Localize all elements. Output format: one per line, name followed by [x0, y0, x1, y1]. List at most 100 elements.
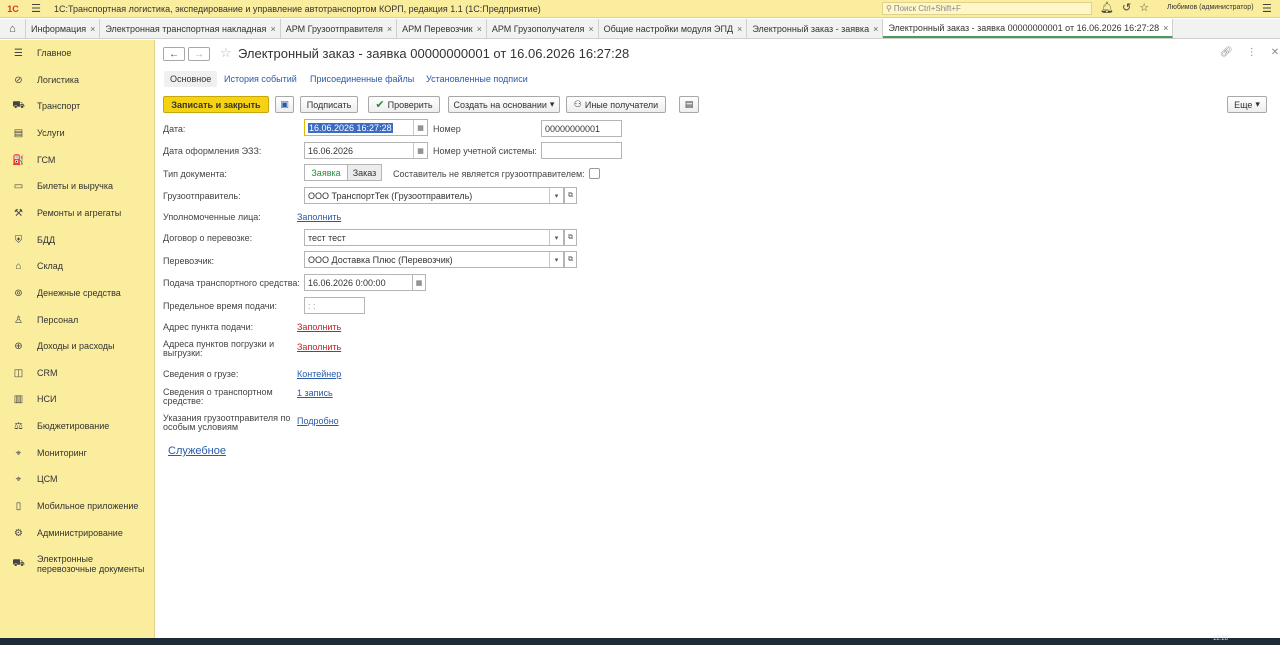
tab-signatures[interactable]: Установленные подписи [420, 71, 534, 87]
back-button[interactable]: ← [163, 47, 185, 61]
account-number-field[interactable] [541, 142, 622, 159]
tab-arm-carrier[interactable]: АРМ Перевозчик × [397, 19, 487, 38]
carrier-field[interactable]: ООО Доставка Плюс (Перевозчик) ▾ [304, 251, 564, 268]
close-icon[interactable]: × [270, 24, 275, 34]
open-carrier-icon[interactable]: ⧉ [564, 251, 577, 268]
sidebar-item-csm[interactable]: ⌖ ЦСМ [0, 469, 155, 489]
star-icon[interactable]: ☆ [1139, 1, 1149, 14]
more-button[interactable]: Еще ▾ [1227, 96, 1267, 113]
sign-button[interactable]: Подписать [300, 96, 358, 113]
shipper-value: ООО ТранспортТек (Грузоотправитель) [308, 190, 473, 201]
sidebar-item-tickets[interactable]: ▭ Билеты и выручка [0, 176, 155, 196]
deadline-label: Предельное время подачи: [163, 301, 277, 311]
global-search-input[interactable]: ⚲ Поиск Ctrl+Shift+F [882, 2, 1092, 15]
tab-label: АРМ Перевозчик [402, 23, 473, 34]
tab-etn[interactable]: Электронная транспортная накладная × [100, 19, 281, 38]
sidebar-item-services[interactable]: ▤ Услуги [0, 123, 155, 143]
tab-arm-shipper[interactable]: АРМ Грузоотправителя × [281, 19, 398, 38]
service-group-link[interactable]: Служебное [168, 445, 226, 457]
close-icon[interactable]: × [90, 24, 95, 34]
date-field[interactable]: 16.06.2026 16:27:28 ▦ [304, 119, 428, 136]
sidebar-item-fuel[interactable]: ⛽ ГСМ [0, 150, 155, 170]
doc-type-order-option[interactable]: Заказ [347, 164, 382, 181]
date-value: 16.06.2026 16:27:28 [308, 122, 393, 133]
settings-menu-icon[interactable]: ☰ [1262, 2, 1272, 15]
sidebar-item-mobile[interactable]: ▯ Мобильное приложение [0, 496, 155, 516]
chevron-down-icon[interactable]: ▾ [549, 188, 563, 203]
forward-button[interactable]: → [188, 47, 210, 61]
sidebar-item-epd[interactable]: ⛟ Электронные перевозочные документы [0, 552, 155, 576]
save-icon[interactable]: ▣ [275, 96, 294, 113]
not-shipper-checkbox[interactable] [589, 168, 600, 179]
sidebar-item-nsi[interactable]: ▥ НСИ [0, 389, 155, 409]
number-field[interactable]: 00000000001 [541, 120, 622, 137]
calendar-icon[interactable]: ▦ [412, 274, 426, 291]
tab-label: Электронный заказ - заявка [752, 23, 870, 34]
home-icon[interactable]: ⌂ [0, 19, 26, 38]
sidebar-item-repairs[interactable]: ⚒ Ремонты и агрегаты [0, 203, 155, 223]
app-title: 1С:Транспортная логистика, экспедировани… [54, 3, 541, 14]
cargo-container-link[interactable]: Контейнер [297, 369, 341, 379]
sidebar-item-warehouse[interactable]: ⌂ Склад [0, 256, 155, 276]
contract-field[interactable]: тест тест ▾ [304, 229, 564, 246]
sidebar-item-money[interactable]: ⊚ Денежные средства [0, 283, 155, 303]
close-icon[interactable]: × [737, 24, 742, 34]
other-recipients-button[interactable]: ⚇ Иные получатели [566, 96, 666, 113]
eez-date-value: 16.06.2026 [308, 145, 354, 156]
sidebar-item-budget[interactable]: ⚖ Бюджетирование [0, 416, 155, 436]
open-contract-icon[interactable]: ⧉ [564, 229, 577, 246]
tab-main[interactable]: Основное [164, 71, 218, 87]
deadline-field[interactable]: : : [304, 297, 365, 314]
authorized-fill-link[interactable]: Заполнить [297, 212, 341, 222]
sidebar-item-income[interactable]: ⊕ Доходы и расходы [0, 336, 155, 356]
main-menu-icon[interactable]: ☰ [26, 2, 46, 15]
close-icon[interactable]: ✕ [1271, 47, 1279, 58]
eez-date-label: Дата оформления ЭЗЗ: [163, 146, 262, 156]
vehicle-time-field[interactable]: 16.06.2026 0:00:00 [304, 274, 426, 291]
create-based-on-button[interactable]: Создать на основании ▾ [448, 96, 560, 113]
open-shipper-icon[interactable]: ⧉ [564, 187, 577, 204]
sidebar-item-personnel[interactable]: ♙ Персонал [0, 310, 155, 330]
special-conditions-link[interactable]: Подробно [297, 416, 339, 426]
sidebar-item-logistics[interactable]: ⊘ Логистика [0, 70, 155, 90]
calendar-icon[interactable]: ▦ [413, 120, 427, 135]
sidebar-item-transport[interactable]: ⛟ Транспорт [0, 96, 155, 116]
bell-icon[interactable]: 🔔︎ [1100, 1, 1114, 14]
close-icon[interactable]: × [873, 24, 878, 34]
tab-epd-settings[interactable]: Общие настройки модуля ЭПД × [599, 19, 748, 38]
current-user[interactable]: Любимов (администратор) [1167, 4, 1254, 11]
safety-icon: ⛨ [14, 234, 23, 246]
tab-order-list[interactable]: Электронный заказ - заявка × [747, 19, 884, 38]
history-icon[interactable]: ↺ [1122, 1, 1131, 14]
close-icon[interactable]: × [1163, 23, 1168, 33]
load-addresses-fill-link[interactable]: Заполнить [297, 342, 341, 352]
sidebar-item-main[interactable]: ☰ Главное [0, 43, 155, 63]
calendar-icon[interactable]: ▦ [413, 143, 427, 158]
tab-files[interactable]: Присоединенные файлы [304, 71, 420, 87]
address-fill-link[interactable]: Заполнить [297, 322, 341, 332]
tab-label: Общие настройки модуля ЭПД [603, 23, 734, 34]
tab-order-document[interactable]: Электронный заказ - заявка 00000000001 о… [883, 19, 1174, 38]
tab-info[interactable]: Информация × [26, 19, 101, 38]
vehicle-info-link[interactable]: 1 запись [297, 388, 333, 398]
close-icon[interactable]: × [588, 24, 593, 34]
chevron-down-icon[interactable]: ▾ [549, 252, 563, 267]
doc-type-request-option[interactable]: Заявка [304, 164, 348, 181]
shipper-field[interactable]: ООО ТранспортТек (Грузоотправитель) ▾ [304, 187, 564, 204]
check-button[interactable]: ✔ Проверить [368, 96, 440, 113]
sidebar-item-crm[interactable]: ◫ CRM [0, 363, 155, 383]
report-icon[interactable]: ▤ [679, 96, 699, 113]
more-vertical-icon[interactable]: ⋮ [1247, 47, 1257, 58]
save-and-close-button[interactable]: Записать и закрыть [163, 96, 269, 113]
tab-events[interactable]: История событий [218, 71, 303, 87]
close-icon[interactable]: × [477, 24, 482, 34]
tab-arm-consignee[interactable]: АРМ Грузополучателя × [487, 19, 599, 38]
link-icon[interactable]: 🔗︎ [1220, 47, 1233, 58]
close-icon[interactable]: × [387, 24, 392, 34]
favorite-star-icon[interactable]: ☆ [220, 45, 232, 61]
sidebar-item-safety[interactable]: ⛨ БДД [0, 230, 155, 250]
sidebar-item-admin[interactable]: ⚙ Администрирование [0, 523, 155, 543]
sidebar-item-monitoring[interactable]: ⌖ Мониторинг [0, 443, 155, 463]
chevron-down-icon[interactable]: ▾ [549, 230, 563, 245]
eez-date-field[interactable]: 16.06.2026 ▦ [304, 142, 428, 159]
